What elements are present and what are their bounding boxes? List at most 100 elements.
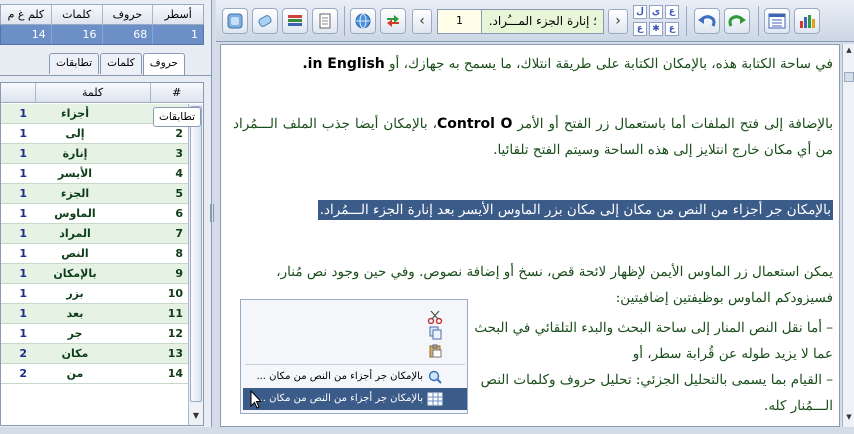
row-count: 1	[19, 307, 27, 320]
toolbar-separator	[758, 6, 759, 36]
row-word: الجزء	[60, 187, 90, 200]
document-button[interactable]	[312, 8, 338, 34]
bar-chart-icon	[800, 15, 815, 28]
globe-button[interactable]	[350, 8, 376, 34]
mouse-cursor-icon	[250, 390, 262, 409]
row-number: 11	[167, 307, 183, 320]
status-bar	[0, 427, 854, 434]
table-row[interactable]: 1 بزر 10	[1, 284, 189, 304]
toolbar-separator	[686, 6, 687, 36]
grid-header-number[interactable]: #	[149, 83, 203, 102]
letter-button-3[interactable]: ع	[665, 5, 679, 19]
letter-button-1[interactable]: ل	[633, 5, 647, 19]
grid-header: كلمة #	[1, 83, 203, 103]
stats-header-words[interactable]: كلمات	[50, 5, 102, 24]
table-row[interactable]: 1 المراد 7	[1, 224, 189, 244]
row-number: 10	[167, 287, 183, 300]
letter-button-2[interactable]: ي	[649, 5, 663, 19]
eraser-button[interactable]	[252, 8, 278, 34]
eraser-icon	[258, 15, 272, 27]
table-row[interactable]: 1 بعد 11	[1, 304, 189, 324]
paragraph-2-english: Control O	[437, 116, 513, 132]
table-row[interactable]: 1 النص 8	[1, 244, 189, 264]
books-button[interactable]	[282, 8, 308, 34]
row-count: 2	[19, 367, 27, 380]
table-row[interactable]: 2 من 14	[1, 364, 189, 384]
paragraph-4-line-2: فسيزودكم الماوس بوظيفتين إضافيتين:	[615, 290, 833, 306]
paragraph-2-text-a: بالإضافة إلى فتح الملفات أما باستعمال زر…	[512, 116, 833, 132]
stats-value-letters: 68	[101, 25, 153, 44]
stats-header-lines[interactable]: أسطر	[152, 5, 203, 24]
editor-scrollbar[interactable]: ▲ ▼	[842, 44, 854, 427]
letter-button-4[interactable]: ع	[633, 22, 647, 36]
table-row[interactable]: 1 جر 12	[1, 324, 189, 344]
stats-value-words: 16	[50, 25, 102, 44]
tab-words[interactable]: كلمات	[100, 53, 142, 74]
table-row[interactable]: 1 إلى 2	[1, 124, 189, 144]
document-icon	[319, 13, 331, 29]
stats-value-nonrepeat-words: 14	[31, 28, 46, 41]
context-menu-separator	[245, 364, 465, 365]
chevron-right-icon: ›	[615, 13, 621, 29]
list-view-button[interactable]	[764, 8, 790, 34]
table-row[interactable]: 1 بالإمكان 9	[1, 264, 189, 284]
grid-header-word[interactable]: كلمة	[34, 83, 150, 102]
row-number: 8	[175, 247, 183, 260]
next-page-button[interactable]: ›	[608, 9, 628, 34]
grid-scrollbar[interactable]: ▼	[188, 104, 203, 425]
floating-matches-tab[interactable]: تطابقات	[153, 107, 201, 127]
tab-letters[interactable]: حروف	[142, 53, 185, 75]
context-menu-search-item[interactable]: بالإمكان جر أجزاء من النص من مكان ...	[243, 366, 467, 388]
grid-scroll-thumb[interactable]	[190, 106, 202, 402]
letter-button-6[interactable]: ع	[665, 22, 679, 36]
star-button[interactable]: ✱	[649, 22, 663, 36]
row-count: 1	[19, 287, 27, 300]
grid-header-count[interactable]	[1, 83, 35, 102]
stats-header-letters[interactable]: حروف	[101, 5, 153, 24]
scroll-up-icon[interactable]: ▲	[844, 46, 854, 58]
row-count: 1	[19, 187, 27, 200]
row-number: 12	[167, 327, 183, 340]
undo-button[interactable]	[694, 8, 720, 34]
stats-values-row: 14 16 68 1	[0, 25, 204, 45]
row-number: 4	[175, 167, 183, 180]
stats-value-lines: 1	[152, 25, 203, 44]
table-row[interactable]: 2 مكان 13	[1, 344, 189, 364]
paragraph-1-english: in English.	[302, 56, 385, 72]
previous-page-button[interactable]: ‹	[412, 9, 432, 34]
context-menu-analyze-item[interactable]: بالإمكان جر أجزاء من النص من مكان ...	[243, 388, 467, 410]
star-icon: ✱	[652, 24, 660, 34]
table-row[interactable]: 1 الأيسر 4	[1, 164, 189, 184]
swap-direction-button[interactable]	[380, 8, 406, 34]
page-number-field[interactable]: 1	[438, 10, 482, 33]
row-count: 1	[19, 207, 27, 220]
table-row[interactable]: 1 الجزء 5	[1, 184, 189, 204]
stats-header-row: كلم غ م كلمات حروف أسطر	[0, 4, 204, 25]
row-count: 1	[19, 327, 27, 340]
cut-icon	[427, 310, 443, 324]
word-frequency-grid: كلمة # 1أجزاء11إلى21إنارة31الأيسر41الجزء…	[0, 82, 204, 426]
scroll-down-icon[interactable]: ▼	[844, 413, 854, 425]
grid-scroll-down-icon[interactable]: ▼	[190, 409, 202, 423]
row-word: جر	[67, 327, 83, 340]
row-number: 14	[167, 367, 183, 380]
editor-scroll-thumb[interactable]	[844, 72, 854, 82]
row-word: الماوس	[54, 207, 96, 220]
table-row[interactable]: 1 إنارة 3	[1, 144, 189, 164]
row-count: 2	[19, 347, 27, 360]
table-row[interactable]: 1 الماوس 6	[1, 204, 189, 224]
bookmark-button[interactable]	[222, 8, 248, 34]
tab-matches[interactable]: تطابقات	[49, 53, 100, 74]
list-window-icon	[768, 13, 786, 29]
statistics-button[interactable]	[794, 8, 820, 34]
redo-button[interactable]	[724, 8, 750, 34]
stats-header-nonrepeat-words[interactable]: كلم غ م	[1, 5, 51, 24]
row-word: إنارة	[62, 147, 88, 160]
row-word: بزر	[66, 287, 84, 300]
panel-splitter[interactable]	[210, 204, 214, 222]
row-number: 9	[175, 267, 183, 280]
page-title-field[interactable]: ؛ إنارة الجزء المـــُراد.	[482, 10, 603, 33]
redo-icon	[728, 15, 746, 27]
analysis-tabs: تطابقات كلمات حروف	[48, 53, 185, 75]
highlighted-selection[interactable]: بالإمكان جر أجزاء من النص من مكان إلى مك…	[317, 200, 833, 220]
